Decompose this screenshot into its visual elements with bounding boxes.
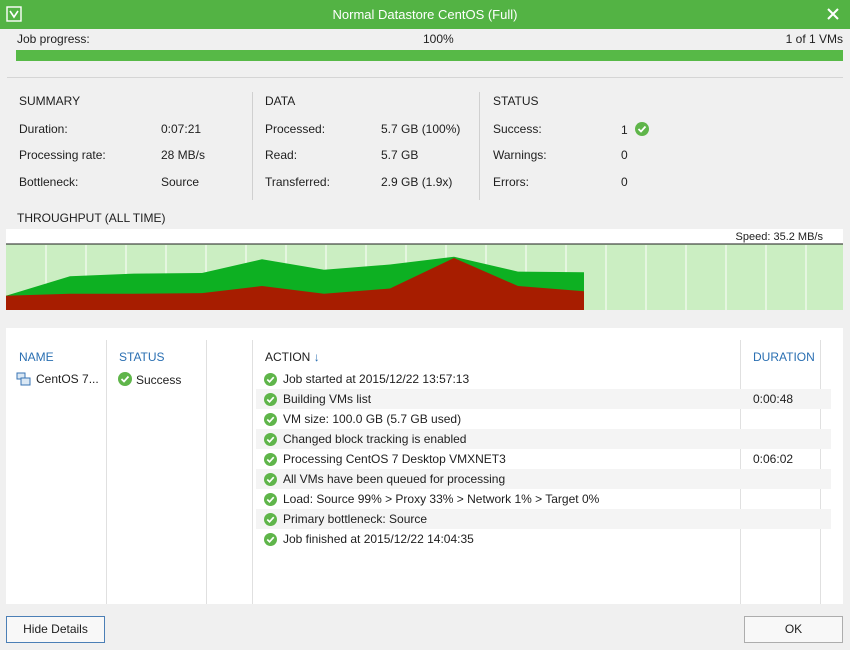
details-panel: NAME STATUS ACTION ↓ DURATION CentOS 7..… xyxy=(6,328,843,604)
success-check-icon xyxy=(635,122,650,136)
action-row: Building VMs list 0:00:48 xyxy=(256,389,831,409)
hide-details-button[interactable]: Hide Details xyxy=(6,616,105,643)
action-text: VM size: 100.0 GB (5.7 GB used) xyxy=(283,412,462,426)
action-text: Job started at 2015/12/22 13:57:13 xyxy=(283,372,470,386)
job-progress-row: Job progress: 100% 1 of 1 VMs xyxy=(17,32,843,48)
action-duration: 0:00:48 xyxy=(753,392,794,406)
data-heading: DATA xyxy=(265,94,296,108)
title-bar: Normal Datastore CentOS (Full) xyxy=(0,0,850,29)
close-icon[interactable] xyxy=(824,5,842,23)
column-header-status[interactable]: STATUS xyxy=(119,350,165,364)
column-header-action[interactable]: ACTION ↓ xyxy=(265,350,320,364)
job-progress-fill xyxy=(16,50,843,61)
job-progress-percent: 100% xyxy=(423,32,454,46)
action-text: Job finished at 2015/12/22 14:04:35 xyxy=(283,532,474,546)
job-progress-count: 1 of 1 VMs xyxy=(785,32,843,46)
summary-label: Processing rate: xyxy=(19,148,106,162)
success-count-value: 1 xyxy=(621,123,628,137)
action-text: All VMs have been queued for processing xyxy=(283,472,506,486)
action-duration: 0:06:02 xyxy=(753,452,794,466)
success-check-icon xyxy=(264,533,277,546)
divider xyxy=(479,92,480,200)
window-title: Normal Datastore CentOS (Full) xyxy=(332,7,518,22)
success-check-icon xyxy=(264,413,277,426)
job-progress-label: Job progress: xyxy=(17,32,90,46)
success-check-icon xyxy=(264,473,277,486)
processed-value: 5.7 GB (100%) xyxy=(381,122,461,136)
success-check-icon xyxy=(118,372,132,386)
divider xyxy=(7,77,843,78)
vm-name: CentOS 7... xyxy=(36,372,99,386)
summary-label: Bottleneck: xyxy=(19,175,79,189)
action-text: Load: Source 99% > Proxy 33% > Network 1… xyxy=(283,492,600,506)
action-text: Primary bottleneck: Source xyxy=(283,512,428,526)
success-check-icon xyxy=(264,453,277,466)
action-row: Changed block tracking is enabled xyxy=(256,429,831,449)
success-check-icon xyxy=(264,513,277,526)
success-check-icon xyxy=(264,433,277,446)
column-divider xyxy=(106,340,107,604)
read-value: 5.7 GB xyxy=(381,148,419,162)
vm-list-item[interactable]: CentOS 7... xyxy=(16,372,99,386)
data-label: Transferred: xyxy=(265,175,330,189)
status-label: Warnings: xyxy=(493,148,547,162)
chart-speed-band xyxy=(6,229,843,244)
column-header-duration[interactable]: DURATION xyxy=(753,350,815,364)
sort-arrow-icon: ↓ xyxy=(313,350,320,364)
action-text: Processing CentOS 7 Desktop VMXNET3 xyxy=(283,452,506,466)
errors-count: 0 xyxy=(621,175,628,189)
divider xyxy=(252,92,253,200)
data-label: Read: xyxy=(265,148,298,162)
action-row: Job finished at 2015/12/22 14:04:35 xyxy=(256,529,831,549)
success-check-icon xyxy=(264,373,277,386)
action-text: Changed block tracking is enabled xyxy=(283,432,467,446)
status-label: Success: xyxy=(493,122,542,136)
action-row: Job started at 2015/12/22 13:57:13 xyxy=(256,369,831,389)
status-label: Errors: xyxy=(493,175,529,189)
action-row: All VMs have been queued for processing xyxy=(256,469,831,489)
job-progress-bar xyxy=(16,50,843,61)
action-text: Building VMs list xyxy=(283,392,372,406)
action-row: VM size: 100.0 GB (5.7 GB used) xyxy=(256,409,831,429)
bottleneck-value: Source xyxy=(161,175,200,189)
throughput-chart: Speed: 35.2 MB/s xyxy=(6,229,843,310)
success-check-icon xyxy=(264,393,277,406)
column-divider xyxy=(252,340,253,604)
summary-label: Duration: xyxy=(19,122,68,136)
throughput-title: THROUGHPUT (ALL TIME) xyxy=(17,211,166,225)
data-label: Processed: xyxy=(265,122,326,136)
action-row: Primary bottleneck: Source xyxy=(256,509,831,529)
processing-rate-value: 28 MB/s xyxy=(161,148,206,162)
duration-value: 0:07:21 xyxy=(161,122,202,136)
ok-button[interactable]: OK xyxy=(744,616,843,643)
warnings-count: 0 xyxy=(621,148,628,162)
success-count: 1 xyxy=(621,122,650,137)
success-check-icon xyxy=(264,493,277,506)
speed-readout: Speed: 35.2 MB/s xyxy=(736,231,824,243)
vm-icon xyxy=(16,372,31,386)
transferred-value: 2.9 GB (1.9x) xyxy=(381,175,453,189)
vm-status-text: Success xyxy=(136,373,182,387)
action-row: Load: Source 99% > Proxy 33% > Network 1… xyxy=(256,489,831,509)
summary-heading: SUMMARY xyxy=(19,94,81,108)
status-heading: STATUS xyxy=(493,94,539,108)
column-divider xyxy=(206,340,207,604)
action-row: Processing CentOS 7 Desktop VMXNET3 0:06… xyxy=(256,449,831,469)
vm-status: Success xyxy=(118,372,181,387)
column-header-action-label: ACTION xyxy=(265,350,311,364)
column-header-name[interactable]: NAME xyxy=(19,350,54,364)
